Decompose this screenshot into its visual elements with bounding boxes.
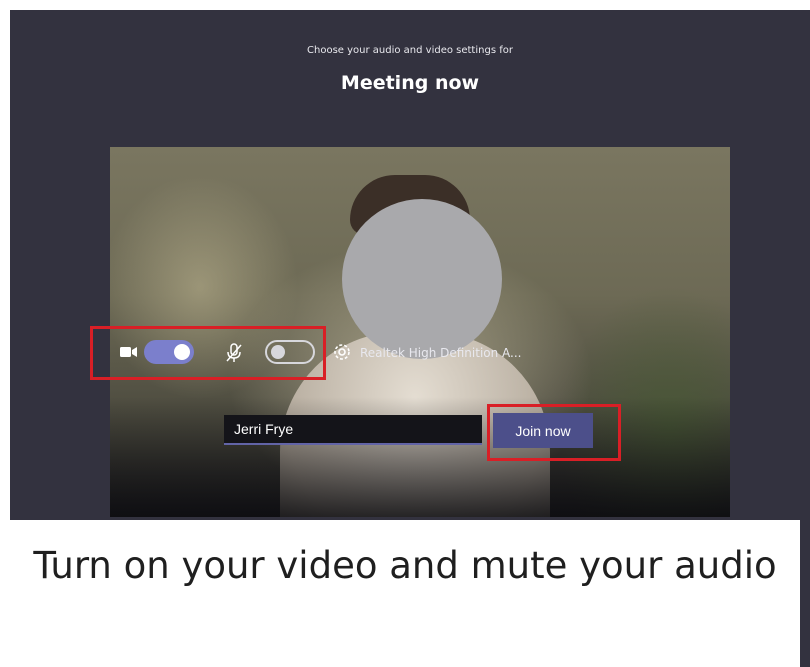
instruction-caption: Turn on your video and mute your audio xyxy=(10,520,800,667)
join-button-highlight xyxy=(487,404,621,461)
toggles-highlight xyxy=(90,326,326,380)
prejoin-subtitle: Choose your audio and video settings for xyxy=(307,45,513,56)
meeting-title: Meeting now xyxy=(340,72,480,94)
gear-icon[interactable] xyxy=(332,342,352,367)
audio-device-label[interactable]: Realtek High Definition A... xyxy=(360,346,521,360)
display-name-input[interactable] xyxy=(224,415,482,445)
